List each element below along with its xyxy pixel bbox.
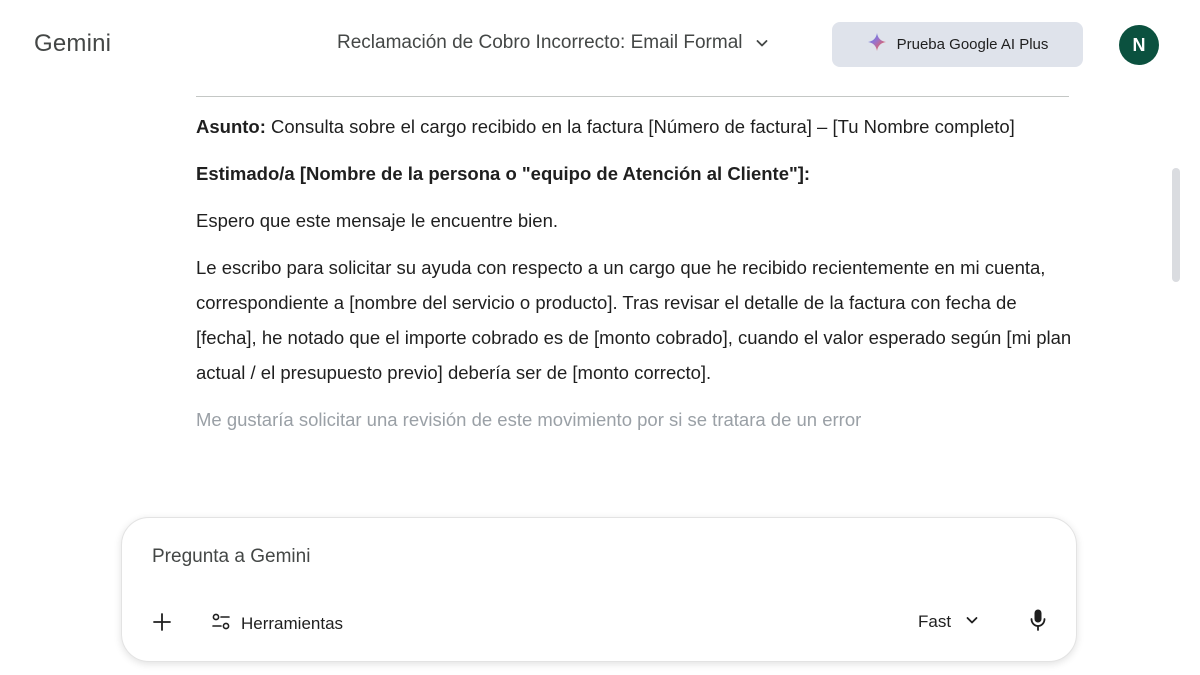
prompt-input[interactable]: Pregunta a Gemini — [152, 546, 310, 568]
message-divider — [196, 96, 1069, 97]
app-title[interactable]: Gemini — [34, 30, 111, 58]
scrollbar-thumb[interactable] — [1172, 168, 1180, 282]
content-fade — [0, 462, 1200, 522]
gemini-sparkle-icon — [867, 32, 887, 57]
email-paragraph-2: Le escribo para solicitar su ayuda con r… — [196, 257, 1072, 383]
tools-button[interactable]: Herramientas — [210, 610, 343, 638]
upgrade-button[interactable]: Prueba Google AI Plus — [832, 22, 1083, 67]
subject-label: Asunto: — [196, 116, 266, 137]
upgrade-button-label: Prueba Google AI Plus — [896, 36, 1049, 53]
email-paragraph-1: Espero que este mensaje le encuentre bie… — [196, 210, 559, 231]
model-selector[interactable]: Fast — [918, 608, 979, 636]
plus-icon — [152, 612, 172, 637]
email-paragraph-3: Me gustaría solicitar una revisión de es… — [196, 409, 862, 430]
chevron-down-icon — [965, 613, 979, 632]
chat-title-dropdown[interactable]: Reclamación de Cobro Incorrecto: Email F… — [337, 32, 769, 54]
avatar[interactable]: N — [1119, 25, 1159, 65]
prompt-input-box[interactable]: Pregunta a Gemini Herramientas Fast — [121, 517, 1077, 662]
email-subject: Asunto: Consulta sobre el cargo recibido… — [196, 109, 1076, 144]
tools-label: Herramientas — [241, 614, 344, 633]
microphone-icon — [1029, 608, 1047, 637]
response-content: Asunto: Consulta sobre el cargo recibido… — [196, 109, 1076, 449]
add-button[interactable] — [148, 610, 176, 638]
email-greeting: Estimado/a [Nombre de la persona o "equi… — [196, 163, 811, 184]
model-label: Fast — [918, 612, 952, 631]
tools-sliders-icon — [210, 611, 232, 638]
subject-text: Consulta sobre el cargo recibido en la f… — [265, 116, 1015, 137]
chat-title: Reclamación de Cobro Incorrecto: Email F… — [337, 32, 743, 53]
chevron-down-icon — [755, 36, 769, 50]
microphone-button[interactable] — [1026, 609, 1050, 635]
